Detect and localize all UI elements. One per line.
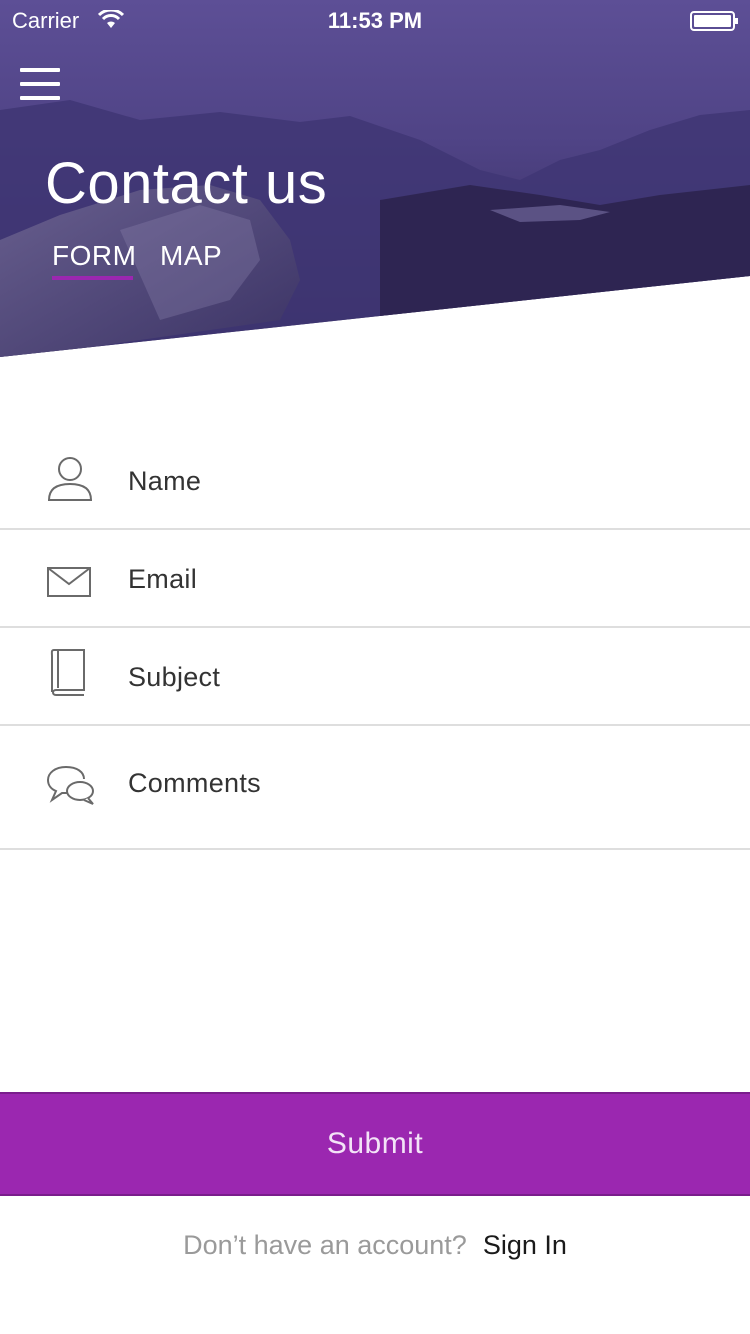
email-field[interactable]: Email [0, 530, 750, 628]
header: Carrier 11:53 PM Contact us FORM MAP [0, 0, 750, 360]
active-tab-indicator [52, 276, 133, 280]
name-field-placeholder: Name [128, 466, 202, 496]
email-field-placeholder: Email [128, 564, 198, 594]
person-icon [46, 456, 94, 507]
comments-field-placeholder: Comments [128, 768, 261, 798]
tab-map[interactable]: MAP [160, 240, 222, 272]
status-time: 11:53 PM [327, 8, 423, 33]
page-title: Contact us [45, 151, 328, 216]
hamburger-menu-icon[interactable] [20, 68, 60, 100]
footer: Don’t have an account? Sign In [0, 1230, 750, 1261]
submit-button[interactable]: Submit [0, 1092, 750, 1196]
name-field[interactable]: Name [0, 434, 750, 530]
sign-in-link[interactable]: Sign In [483, 1230, 567, 1260]
status-bar: Carrier 11:53 PM [0, 0, 750, 40]
subject-field-placeholder: Subject [128, 662, 221, 692]
tab-form[interactable]: FORM [52, 240, 136, 272]
envelope-icon [46, 566, 92, 603]
account-prompt: Don’t have an account? [183, 1230, 467, 1260]
book-icon [46, 648, 90, 703]
battery-icon [690, 10, 740, 38]
subject-field[interactable]: Subject [0, 628, 750, 726]
chat-bubbles-icon [46, 764, 96, 811]
comments-field[interactable]: Comments [0, 726, 750, 850]
